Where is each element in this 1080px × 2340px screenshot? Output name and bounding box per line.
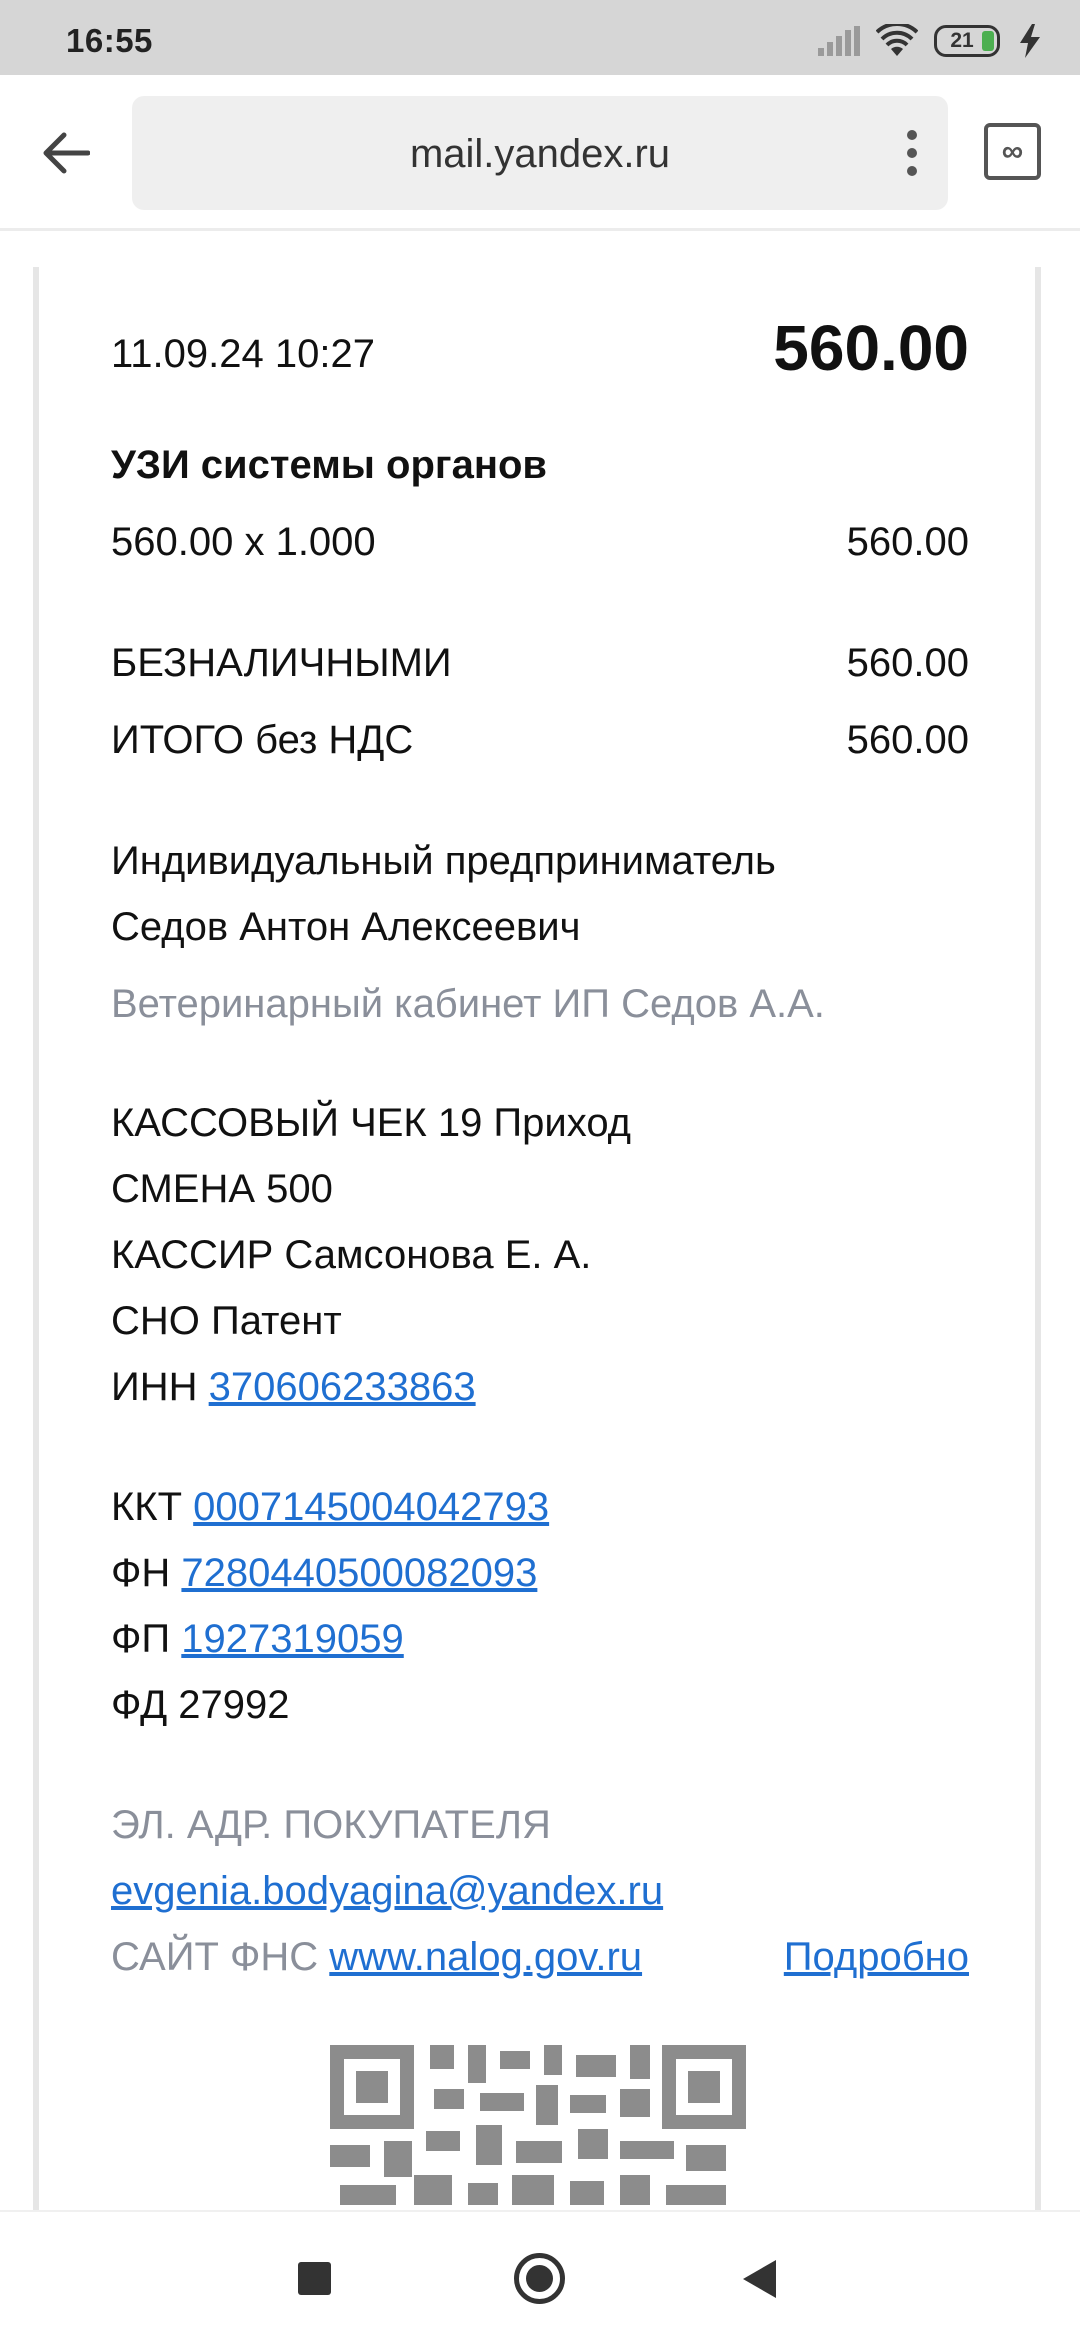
fn-line: ФН 7280440500082093 bbox=[111, 1549, 537, 1597]
receipt-total-top: 560.00 bbox=[773, 312, 969, 384]
check-line: КАССОВЫЙ ЧЕК 19 Приход bbox=[111, 1101, 632, 1145]
kkt-label: ККТ bbox=[111, 1485, 183, 1529]
seller-place: Ветеринарный кабинет ИП Седов А.А. bbox=[111, 982, 825, 1026]
shift-line: СМЕНА 500 bbox=[111, 1167, 333, 1211]
recent-apps-button[interactable] bbox=[298, 2262, 331, 2295]
details-link[interactable]: Подробно bbox=[784, 1933, 969, 1981]
payment-value: 560.00 bbox=[846, 641, 969, 685]
back-button[interactable] bbox=[30, 120, 102, 186]
payment-label: БЕЗНАЛИЧНЫМИ bbox=[111, 641, 452, 685]
status-time: 16:55 bbox=[66, 22, 153, 59]
kkt-link[interactable]: 0007145004042793 bbox=[193, 1485, 549, 1529]
fd-line: ФД 27992 bbox=[111, 1683, 290, 1727]
battery-icon: 21 bbox=[934, 25, 1000, 57]
receipt-datetime: 11.09.24 10:27 bbox=[111, 332, 375, 376]
fp-label: ФП bbox=[111, 1617, 171, 1661]
seller-line-2: Седов Антон Алексеевич bbox=[111, 905, 581, 949]
fp-link[interactable]: 1927319059 bbox=[181, 1617, 403, 1661]
wifi-icon bbox=[876, 24, 918, 56]
fns-site-link[interactable]: www.nalog.gov.ru bbox=[329, 1935, 642, 1979]
total-value: 560.00 bbox=[846, 718, 969, 762]
browser-toolbar: mail.yandex.ru ∞ bbox=[0, 75, 1080, 231]
tabs-button[interactable]: ∞ bbox=[984, 123, 1041, 180]
buyer-email-label: ЭЛ. АДР. ПОКУПАТЕЛЯ bbox=[111, 1803, 551, 1847]
item-quantity: 560.00 x 1.000 bbox=[111, 520, 376, 564]
home-button[interactable] bbox=[514, 2253, 565, 2304]
signal-icon bbox=[818, 26, 860, 56]
status-icons: 21 bbox=[818, 24, 1044, 58]
fn-label: ФН bbox=[111, 1551, 171, 1595]
fn-link[interactable]: 7280440500082093 bbox=[181, 1551, 537, 1595]
url-text: mail.yandex.ru bbox=[409, 132, 671, 176]
item-sum: 560.00 bbox=[846, 520, 969, 564]
inn-link[interactable]: 370606233863 bbox=[209, 1365, 476, 1409]
status-bar: 16:55 21 bbox=[0, 0, 1080, 75]
address-bar[interactable]: mail.yandex.ru bbox=[132, 96, 948, 210]
qr-code bbox=[330, 2045, 746, 2210]
battery-level: 21 bbox=[950, 29, 974, 52]
seller-line-1: Индивидуальный предприниматель bbox=[111, 839, 776, 883]
inn-line: ИНН 370606233863 bbox=[111, 1363, 476, 1411]
inn-label: ИНН bbox=[111, 1365, 198, 1409]
fp-line: ФП 1927319059 bbox=[111, 1615, 404, 1663]
system-back-button[interactable] bbox=[743, 2260, 776, 2298]
buyer-email-link[interactable]: evgenia.bodyagina@yandex.ru bbox=[111, 1867, 663, 1915]
kkt-line: ККТ 0007145004042793 bbox=[111, 1483, 549, 1531]
more-menu-icon[interactable] bbox=[894, 126, 930, 180]
tax-system-line: СНО Патент bbox=[111, 1299, 342, 1343]
system-nav-bar bbox=[0, 2210, 1080, 2340]
total-label: ИТОГО без НДС bbox=[111, 718, 414, 762]
arrow-left-icon bbox=[43, 132, 90, 174]
cashier-line: КАССИР Самсонова Е. А. bbox=[111, 1233, 592, 1277]
fns-site-line: САЙТ ФНС www.nalog.gov.ru bbox=[111, 1933, 642, 1981]
fns-site-label: САЙТ ФНС bbox=[111, 1935, 319, 1979]
charging-icon bbox=[1020, 24, 1040, 58]
item-name: УЗИ системы органов bbox=[111, 443, 548, 487]
